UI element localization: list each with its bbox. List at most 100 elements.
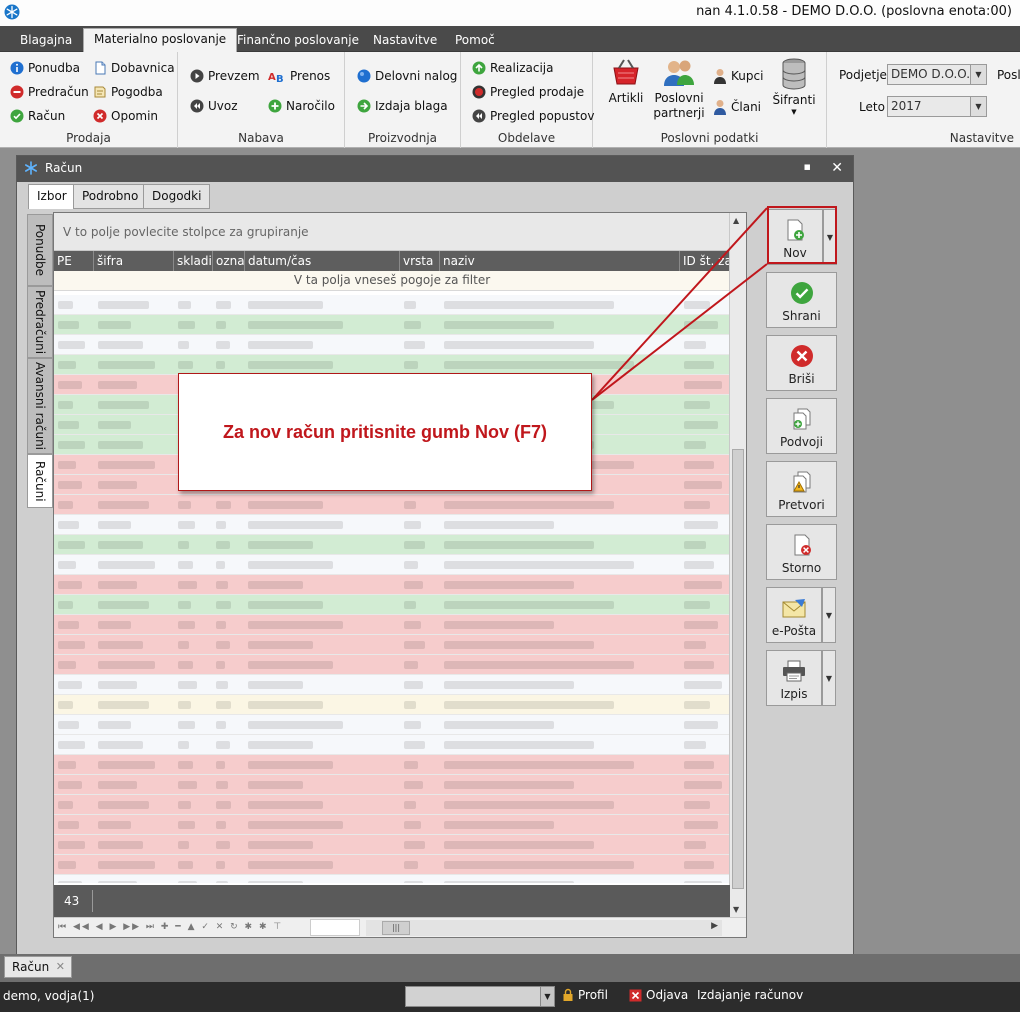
chevron-down-icon: ▼ (825, 610, 833, 620)
minus-circle-icon (10, 85, 24, 99)
pregled-prodaje-button[interactable]: Pregled prodaje (472, 82, 584, 102)
close-icon[interactable]: ✕ (56, 957, 65, 977)
tab-nastavitve[interactable]: Nastavitve (363, 30, 447, 52)
vertical-scrollbar[interactable]: ▲ ▼ (729, 213, 746, 917)
racun-button[interactable]: Račun (10, 106, 65, 126)
table-row[interactable] (54, 695, 730, 715)
blue-dot-icon (357, 69, 371, 83)
column-header-datum-cas[interactable]: datum/čas (245, 251, 400, 271)
pogodba-button[interactable]: Pogodba (93, 82, 163, 102)
e-posta-dropdown-button[interactable]: ▼ (822, 587, 836, 643)
close-icon[interactable]: ✕ (831, 160, 843, 176)
table-row[interactable] (54, 595, 730, 615)
brisi-button[interactable]: Briši (766, 335, 837, 391)
dobavnica-button[interactable]: Dobavnica (93, 58, 175, 78)
scroll-right-icon[interactable]: ▶ (711, 921, 718, 931)
storno-button[interactable]: Storno (766, 524, 837, 580)
narocilo-button[interactable]: Naročilo (268, 96, 335, 116)
table-row[interactable] (54, 315, 730, 335)
tab-podrobno[interactable]: Podrobno (73, 184, 148, 209)
table-row[interactable] (54, 715, 730, 735)
column-header-naziv[interactable]: naziv (440, 251, 680, 271)
clani-button[interactable]: Člani (713, 97, 761, 117)
table-row[interactable] (54, 815, 730, 835)
profil-button[interactable]: Profil (562, 988, 608, 1002)
table-row[interactable] (54, 615, 730, 635)
maximize-icon[interactable]: ▪ (804, 160, 811, 173)
side-tab-predracuni[interactable]: Predračuni (27, 286, 53, 358)
racun-window-titlebar[interactable]: Račun ▪ ✕ (17, 156, 853, 182)
table-row[interactable] (54, 835, 730, 855)
poslovni-partnerji-label: Poslovni partnerji (653, 91, 705, 120)
table-row[interactable] (54, 495, 730, 515)
opomin-button[interactable]: Opomin (93, 106, 158, 126)
filter-row[interactable]: V ta polja vneseš pogoje za filter (54, 271, 730, 291)
ponudba-button[interactable]: Ponudba (10, 58, 80, 78)
leto-select[interactable]: 2017 ▼ (887, 96, 987, 117)
realizacija-button[interactable]: Realizacija (472, 58, 553, 78)
navigator-buttons-icon[interactable]: ⏮ ◀◀ ◀ ▶ ▶▶ ⏭ ✚ ━ ▲ ✓ ✕ ↻ ✱ ✱ ⊤ (58, 922, 283, 932)
side-tab-avansni-racuni[interactable]: Avansni računi (27, 358, 53, 454)
artikli-button[interactable]: Artikli (603, 58, 649, 106)
column-header-sifra[interactable]: šifra (94, 251, 174, 271)
column-header-oznaka[interactable]: oznal (213, 251, 245, 271)
uvoz-button[interactable]: Uvoz (190, 96, 238, 116)
podjetje-select[interactable]: DEMO D.O.O. ▼ (887, 64, 987, 85)
prevzem-button[interactable]: Prevzem (190, 66, 260, 86)
table-row[interactable] (54, 675, 730, 695)
izpis-button[interactable]: Izpis (766, 650, 822, 706)
poslovni-partnerji-button[interactable]: Poslovni partnerji (651, 58, 707, 121)
sifranti-button[interactable]: Šifranti ▼ (771, 58, 817, 116)
shrani-button[interactable]: Shrani (766, 272, 837, 328)
izpis-dropdown-button[interactable]: ▼ (822, 650, 836, 706)
table-row[interactable] (54, 295, 730, 315)
table-row[interactable] (54, 855, 730, 875)
table-row[interactable] (54, 635, 730, 655)
odjava-button[interactable]: Odjava (629, 988, 688, 1002)
tab-blagajna[interactable]: Blagajna (10, 30, 82, 52)
table-row[interactable] (54, 575, 730, 595)
table-row[interactable] (54, 755, 730, 775)
table-row[interactable] (54, 735, 730, 755)
mdi-tab-racun[interactable]: Račun ✕ (4, 956, 72, 978)
podvoji-button[interactable]: Podvoji (766, 398, 837, 454)
table-row[interactable] (54, 535, 730, 555)
e-posta-button[interactable]: e-Pošta (766, 587, 822, 643)
vertical-scroll-thumb[interactable] (732, 449, 744, 889)
tab-izbor[interactable]: Izbor (28, 184, 76, 209)
table-row[interactable] (54, 795, 730, 815)
izdaja-blaga-button[interactable]: Izdaja blaga (357, 96, 448, 116)
column-header-pe[interactable]: PE (54, 251, 94, 271)
table-row[interactable] (54, 775, 730, 795)
group-by-panel[interactable]: V to polje povlecite stolpce za grupiran… (54, 213, 730, 251)
pretvori-button[interactable]: Pretvori (766, 461, 837, 517)
column-header-id-st-za[interactable]: ID št. za (680, 251, 730, 271)
predracun-button[interactable]: Predračun (10, 82, 89, 102)
kupci-button[interactable]: Kupci (713, 66, 763, 86)
tab-pomoc[interactable]: Pomoč (445, 30, 505, 52)
navigator-position-field[interactable] (310, 919, 360, 936)
table-row[interactable] (54, 875, 730, 883)
scroll-down-icon[interactable]: ▼ (733, 905, 739, 914)
table-row[interactable] (54, 355, 730, 375)
scroll-up-icon[interactable]: ▲ (733, 216, 739, 225)
tab-financno-poslovanje[interactable]: Finančno poslovanje (227, 30, 369, 52)
tab-dogodki[interactable]: Dogodki (143, 184, 211, 209)
table-row[interactable] (54, 655, 730, 675)
prenos-button[interactable]: AB Prenos (268, 66, 330, 86)
horizontal-scrollbar[interactable]: ||| ▶ (366, 920, 722, 936)
horizontal-scroll-thumb[interactable]: ||| (382, 921, 410, 935)
column-header-vrsta[interactable]: vrsta (400, 251, 440, 271)
table-row[interactable] (54, 335, 730, 355)
status-combo[interactable]: ▼ (405, 986, 555, 1007)
table-row[interactable] (54, 555, 730, 575)
table-row[interactable] (54, 515, 730, 535)
table-cell (58, 521, 79, 529)
pregled-popustov-button[interactable]: Pregled popustov (472, 106, 594, 126)
tab-materialno-poslovanje[interactable]: Materialno poslovanje (83, 28, 238, 52)
column-header-skladisce[interactable]: skladiš (174, 251, 213, 271)
side-tab-racuni[interactable]: Računi (27, 454, 53, 508)
side-tab-ponudbe[interactable]: Ponudbe (27, 214, 53, 286)
table-cell (178, 781, 197, 789)
delovni-nalog-button[interactable]: Delovni nalog (357, 66, 457, 86)
